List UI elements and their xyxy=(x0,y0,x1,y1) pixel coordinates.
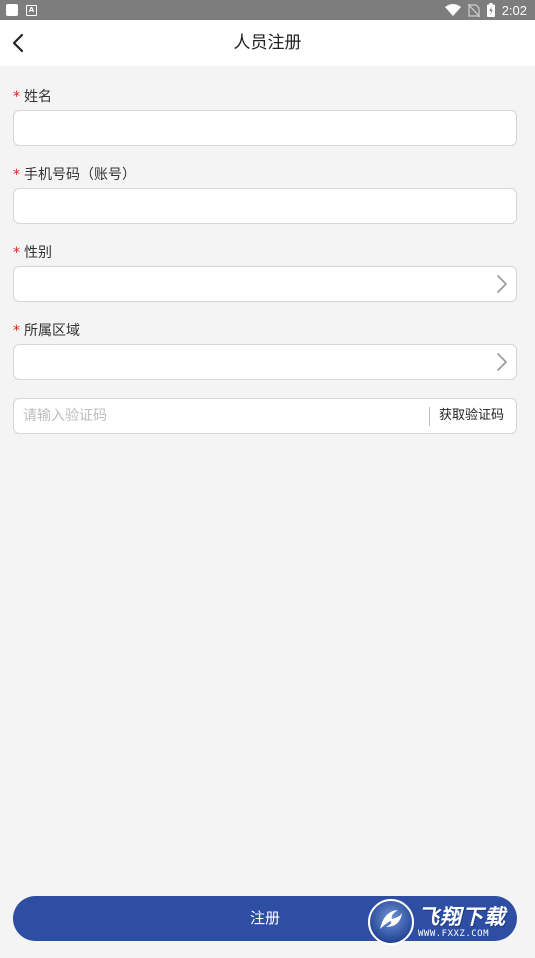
status-time: 2:02 xyxy=(501,2,527,18)
phone-label: * 手机号码（账号） xyxy=(13,164,136,184)
gender-label: * 性别 xyxy=(13,242,52,262)
wifi-icon xyxy=(444,4,461,16)
verification-code-row: 获取验证码 xyxy=(13,398,517,434)
name-label: * 姓名 xyxy=(13,86,52,106)
required-mark: * xyxy=(13,89,20,105)
required-mark: * xyxy=(13,167,20,183)
verification-code-input[interactable] xyxy=(23,399,423,433)
phone-label-text: 手机号码（账号） xyxy=(24,167,136,183)
header: 人员注册 xyxy=(0,20,535,66)
back-button[interactable] xyxy=(4,28,32,58)
battery-charging-icon xyxy=(486,3,495,17)
status-bar: A 2:02 xyxy=(0,0,535,20)
page-title: 人员注册 xyxy=(233,33,302,53)
region-select[interactable] xyxy=(13,344,517,380)
chevron-left-icon xyxy=(12,33,24,53)
font-app-icon: A xyxy=(26,4,37,16)
name-input[interactable] xyxy=(13,110,517,146)
notification-icon xyxy=(6,4,18,16)
region-label-text: 所属区域 xyxy=(24,323,80,339)
region-label: * 所属区域 xyxy=(13,320,80,340)
get-code-button[interactable]: 获取验证码 xyxy=(439,399,504,433)
divider xyxy=(429,407,430,426)
required-mark: * xyxy=(13,323,20,339)
gender-label-text: 性别 xyxy=(24,245,52,261)
chevron-right-icon xyxy=(497,275,507,293)
register-button[interactable]: 注册 xyxy=(13,896,517,941)
gender-select[interactable] xyxy=(13,266,517,302)
phone-input[interactable] xyxy=(13,188,517,224)
required-mark: * xyxy=(13,245,20,261)
name-label-text: 姓名 xyxy=(24,89,52,105)
chevron-right-icon xyxy=(497,353,507,371)
no-sim-icon xyxy=(467,3,480,17)
